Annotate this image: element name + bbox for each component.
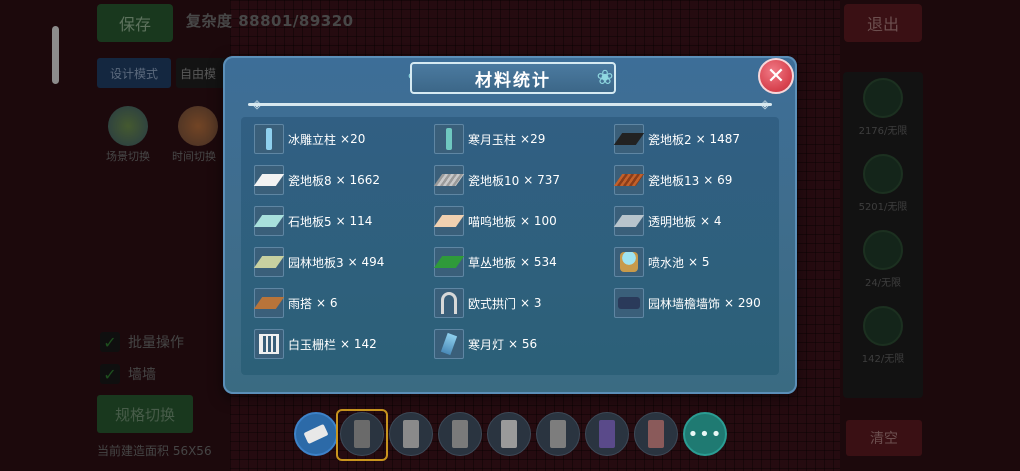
more-button[interactable]: •••: [683, 412, 727, 456]
floor-tile-icon: [613, 206, 645, 236]
material-name: 园林地板3: [288, 255, 344, 270]
modal-title: 材料统计: [410, 62, 616, 94]
material-name: 欧式拱门: [468, 296, 517, 311]
material-item: 石地板5 × 114: [253, 206, 373, 236]
material-qty: × 56: [508, 337, 538, 351]
toolbar-item[interactable]: [634, 412, 678, 456]
eraser-icon: [303, 423, 329, 445]
ice-pillar-icon: [254, 124, 284, 154]
material-item: 冰雕立柱 ×20: [254, 124, 365, 154]
door-icon: [452, 420, 468, 448]
material-item: 寒月灯 × 56: [434, 329, 537, 359]
material-name: 喵呜地板: [468, 214, 517, 229]
material-qty: ×20: [340, 132, 366, 146]
material-item: 瓷地板2 × 1487: [613, 124, 741, 154]
divider-ornament-icon: ◈: [760, 97, 770, 111]
arch-door-icon: [434, 288, 464, 318]
floor-tile-icon: [433, 165, 465, 195]
material-item: 寒月玉柱 ×29: [434, 124, 545, 154]
material-name: 草丛地板: [468, 255, 517, 270]
material-name: 透明地板: [648, 214, 697, 229]
material-item: 园林地板3 × 494: [253, 247, 385, 277]
material-qty: × 290: [724, 296, 761, 310]
material-qty: × 5: [688, 255, 710, 269]
floor-tile-icon: [253, 206, 285, 236]
material-qty: × 737: [523, 173, 561, 187]
floor-tile-icon: [253, 247, 285, 277]
material-qty: × 494: [347, 255, 385, 269]
material-name: 石地板5: [288, 214, 332, 229]
material-qty: × 4: [700, 214, 722, 228]
material-item: 瓷地板13 × 69: [613, 165, 733, 195]
material-qty: × 100: [520, 214, 557, 228]
door-icon: [550, 420, 566, 448]
material-name: 瓷地板8: [288, 173, 332, 188]
material-name: 寒月玉柱: [468, 132, 517, 147]
floor-tile-icon: [433, 206, 465, 236]
material-qty: × 534: [520, 255, 557, 269]
material-name: 寒月灯: [468, 337, 505, 352]
material-qty: × 1487: [695, 132, 741, 146]
material-qty: × 6: [316, 296, 338, 310]
floor-tile-icon: [253, 165, 285, 195]
lamp-icon: [434, 329, 464, 359]
awning-icon: [253, 288, 285, 318]
toolbar-item[interactable]: [487, 412, 531, 456]
wall-eave-icon: [614, 288, 644, 318]
material-qty: ×29: [520, 132, 546, 146]
door-icon: [648, 420, 664, 448]
material-item: 透明地板 × 4: [613, 206, 722, 236]
material-item: 白玉栅栏 × 142: [254, 329, 377, 359]
door-icon: [403, 420, 419, 448]
material-item: 喷水池 × 5: [614, 247, 710, 277]
material-item: 瓷地板8 × 1662: [253, 165, 381, 195]
material-qty: × 3: [520, 296, 542, 310]
material-name: 瓷地板2: [648, 132, 692, 147]
fountain-icon: [614, 247, 644, 277]
fence-icon: [254, 329, 284, 359]
toolbar-item[interactable]: [438, 412, 482, 456]
material-item: 雨搭 × 6: [253, 288, 338, 318]
grass-tile-icon: [433, 247, 465, 277]
toolbar-item[interactable]: [585, 412, 629, 456]
floor-tile-icon: [613, 124, 645, 154]
material-qty: × 69: [703, 173, 733, 187]
material-item: 园林墙檐墙饰 × 290: [614, 288, 761, 318]
material-item: 喵呜地板 × 100: [433, 206, 557, 236]
floor-tile-icon: [613, 165, 645, 195]
close-button[interactable]: ✕: [758, 58, 794, 94]
material-name: 雨搭: [288, 296, 313, 311]
jade-pillar-icon: [434, 124, 464, 154]
material-name: 瓷地板13: [648, 173, 700, 188]
toolbar-item[interactable]: [340, 412, 384, 456]
toolbar-item[interactable]: [389, 412, 433, 456]
modal-divider: [248, 103, 772, 106]
material-qty: × 1662: [335, 173, 381, 187]
material-name: 喷水池: [648, 255, 685, 270]
door-icon: [599, 420, 615, 448]
toolbar-item[interactable]: [536, 412, 580, 456]
material-item: 瓷地板10 × 737: [433, 165, 561, 195]
material-item: 欧式拱门 × 3: [434, 288, 542, 318]
material-name: 园林墙檐墙饰: [648, 296, 721, 311]
material-name: 瓷地板10: [468, 173, 520, 188]
material-name: 冰雕立柱: [288, 132, 337, 147]
material-qty: × 114: [335, 214, 373, 228]
material-qty: × 142: [340, 337, 377, 351]
material-item: 草丛地板 × 534: [433, 247, 557, 277]
door-icon: [354, 420, 370, 448]
door-icon: [501, 420, 517, 448]
material-name: 白玉栅栏: [288, 337, 337, 352]
title-ornament-right-icon: ❀: [596, 65, 614, 89]
eraser-tool[interactable]: [294, 412, 338, 456]
